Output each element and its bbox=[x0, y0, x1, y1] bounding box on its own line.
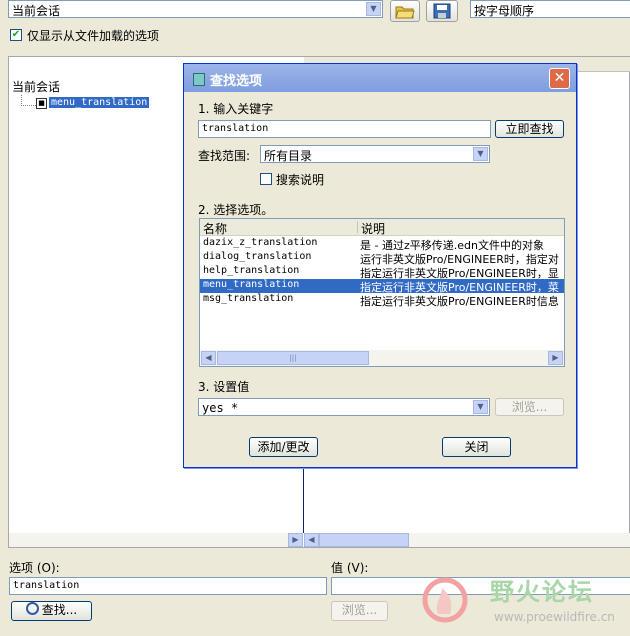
list-cell-name: help_translation bbox=[203, 265, 300, 276]
option-input[interactable]: translation bbox=[9, 577, 327, 595]
session-combo-value: 当前会话 bbox=[12, 4, 61, 18]
scope-combo[interactable]: 所有目录 ▼ bbox=[260, 145, 490, 163]
sort-combo[interactable]: 按字母顺序 bbox=[470, 0, 630, 18]
set-value-combo-value: yes * bbox=[202, 401, 239, 415]
tree-root-label[interactable]: 当前会话 bbox=[12, 78, 60, 95]
search-icon bbox=[25, 602, 39, 615]
dialog-close-button[interactable]: ✕ bbox=[549, 68, 570, 89]
sort-combo-value: 按字母顺序 bbox=[474, 4, 535, 18]
dialog-title-bar[interactable]: 查找选项 ✕ bbox=[184, 64, 576, 92]
list-cell-desc: 指定运行非英文版Pro/ENGINEER时信息 bbox=[360, 295, 559, 308]
list-header-row: 名称 说明 bbox=[200, 219, 564, 236]
session-combo[interactable]: 当前会话 ▼ bbox=[8, 0, 383, 18]
find-options-dialog: 查找选项 ✕ 1. 输入关键字 translation 立即查找 查找范围: 所… bbox=[183, 63, 577, 468]
scope-label: 查找范围: bbox=[198, 149, 251, 163]
chevron-down-icon[interactable]: ▼ bbox=[473, 400, 488, 414]
list-row[interactable]: dialog_translation 运行非英文版Pro/ENGINEER时，指… bbox=[200, 251, 564, 266]
show-loaded-checkbox[interactable]: ✔ bbox=[10, 29, 22, 41]
show-loaded-label: 仅显示从文件加载的选项 bbox=[27, 29, 160, 43]
find-button-label: 查找... bbox=[41, 603, 78, 617]
watermark: 野火论坛 www.proewildfire.cn bbox=[420, 568, 630, 636]
scope-combo-value: 所有目录 bbox=[264, 149, 313, 163]
browse-button-bottom[interactable]: 浏览... bbox=[331, 601, 388, 621]
tree-item-menu-translation[interactable]: menu_translation bbox=[49, 97, 150, 108]
left-hscrollbar[interactable]: ▶ bbox=[9, 533, 303, 547]
scroll-thumb[interactable] bbox=[319, 533, 409, 547]
folder-open-icon bbox=[395, 6, 415, 19]
right-hscrollbar[interactable]: ◀ bbox=[304, 533, 630, 547]
list-cell-name: msg_translation bbox=[203, 293, 294, 304]
options-list[interactable]: 名称 说明 dazix_z_translation 是 - 通过z平移传递.ed… bbox=[199, 218, 565, 367]
list-hscrollbar[interactable]: ◀ ||| ▶ bbox=[200, 350, 564, 366]
scroll-left-icon[interactable]: ◀ bbox=[304, 533, 319, 547]
close-icon: ✕ bbox=[553, 70, 566, 86]
dialog-close-text-button[interactable]: 关闭 bbox=[442, 437, 511, 457]
list-cell-name: menu_translation bbox=[203, 279, 300, 290]
find-button[interactable]: 查找... bbox=[11, 601, 92, 621]
watermark-url: www.proewildfire.cn bbox=[494, 610, 615, 624]
keyword-input-value: translation bbox=[202, 123, 269, 134]
scroll-right-icon[interactable]: ▶ bbox=[288, 533, 303, 547]
list-cell-name: dialog_translation bbox=[203, 251, 312, 262]
search-now-button[interactable]: 立即查找 bbox=[495, 120, 564, 138]
step2-label: 2. 选择选项。 bbox=[198, 203, 274, 217]
step3-label: 3. 设置值 bbox=[198, 380, 250, 394]
keyword-input[interactable]: translation bbox=[198, 120, 491, 138]
option-field-label: 选项 (O): bbox=[9, 561, 60, 575]
search-desc-label: 搜索说明 bbox=[276, 173, 325, 187]
add-change-button[interactable]: 添加/更改 bbox=[249, 437, 318, 457]
list-row[interactable]: msg_translation 指定运行非英文版Pro/ENGINEER时信息 bbox=[200, 293, 564, 308]
header-divider bbox=[357, 221, 358, 233]
scroll-right-icon[interactable]: ▶ bbox=[548, 351, 563, 365]
list-header-name[interactable]: 名称 bbox=[203, 220, 227, 237]
list-row-selected[interactable]: menu_translation 指定运行非英文版Pro/ENGINEER时，菜 bbox=[200, 279, 564, 294]
fire-logo-icon bbox=[422, 577, 468, 623]
open-file-button[interactable] bbox=[390, 0, 420, 22]
option-node-icon: ■ bbox=[36, 98, 47, 109]
list-row[interactable]: dazix_z_translation 是 - 通过z平移传递.edn文件中的对… bbox=[200, 237, 564, 252]
step1-label: 1. 输入关键字 bbox=[198, 102, 274, 116]
dialog-app-icon bbox=[193, 73, 205, 86]
dialog-browse-button[interactable]: 浏览... bbox=[495, 398, 564, 416]
save-icon bbox=[433, 3, 451, 19]
list-header-desc[interactable]: 说明 bbox=[361, 220, 385, 237]
value-field-label: 值 (V): bbox=[331, 561, 369, 575]
list-row[interactable]: help_translation 指定运行非英文版Pro/ENGINEER时，显 bbox=[200, 265, 564, 280]
save-file-button[interactable] bbox=[426, 0, 458, 22]
list-cell-name: dazix_z_translation bbox=[203, 237, 318, 248]
search-desc-checkbox[interactable] bbox=[260, 173, 272, 185]
tree-connector bbox=[21, 95, 36, 106]
option-input-value: translation bbox=[13, 580, 80, 591]
watermark-title: 野火论坛 bbox=[490, 578, 594, 606]
dialog-title: 查找选项 bbox=[210, 74, 263, 89]
list-scroll-thumb[interactable]: ||| bbox=[217, 351, 369, 365]
chevron-down-icon[interactable]: ▼ bbox=[366, 2, 381, 16]
set-value-combo[interactable]: yes * ▼ bbox=[198, 398, 490, 416]
scroll-left-icon[interactable]: ◀ bbox=[201, 351, 216, 365]
chevron-down-icon[interactable]: ▼ bbox=[473, 147, 488, 161]
